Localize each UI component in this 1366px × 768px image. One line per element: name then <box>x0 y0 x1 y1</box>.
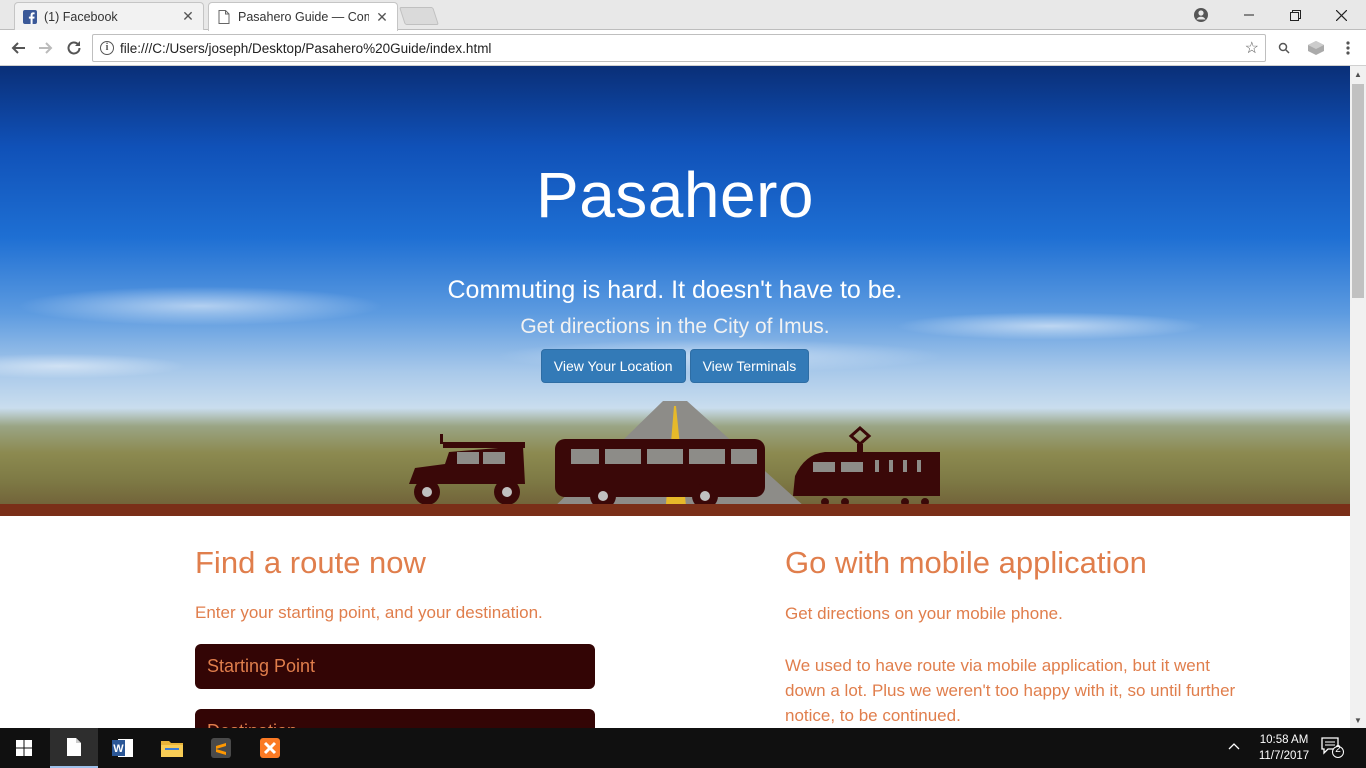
scroll-up-arrow-icon[interactable]: ▲ <box>1350 66 1366 82</box>
vehicles-illustration <box>409 425 940 509</box>
info-icon[interactable]: i <box>100 41 114 55</box>
document-icon <box>217 10 231 24</box>
destination-input[interactable]: Destination <box>195 709 595 728</box>
mobile-line-2: We used to have route via mobile applica… <box>785 656 1236 725</box>
bookmark-star-icon[interactable]: ☆ <box>1245 38 1259 58</box>
hero-subtagline: Get directions in the City of Imus. <box>520 315 830 338</box>
tab-title: Pasahero Guide — Comm <box>238 10 369 24</box>
taskbar-file-icon[interactable] <box>50 728 98 768</box>
url-text: file:///C:/Users/joseph/Desktop/Pasahero… <box>120 40 492 56</box>
facebook-icon <box>23 9 37 24</box>
restore-icon[interactable] <box>1272 0 1318 30</box>
svg-text:W: W <box>113 743 124 755</box>
page-viewport: Pasahero Commuting is hard. It doesn't h… <box>0 66 1350 728</box>
notification-count: 2 <box>1335 744 1341 755</box>
sublime-text-icon[interactable] <box>197 728 245 768</box>
taskbar: W 10:58 AM 11/7/2017 2 <box>0 728 1366 768</box>
browser-toolbar: i file:///C:/Users/joseph/Desktop/Pasahe… <box>0 30 1366 66</box>
clock-date: 11/7/2017 <box>1258 750 1310 762</box>
address-bar[interactable]: i file:///C:/Users/joseph/Desktop/Pasahe… <box>92 34 1266 62</box>
tab-close-icon[interactable]: ✕ <box>181 8 195 25</box>
extension-icon[interactable] <box>1306 38 1326 58</box>
train-icon <box>793 425 940 506</box>
notification-icon[interactable]: 2 <box>1320 736 1346 760</box>
ground-strip <box>0 504 1350 516</box>
word-icon[interactable]: W <box>99 728 147 768</box>
site-title: Pasahero <box>536 159 814 231</box>
vertical-scrollbar[interactable]: ▲ ▼ <box>1350 66 1366 728</box>
mobile-app-section: Go with mobile application Get direction… <box>785 516 1255 728</box>
tab-pasahero[interactable]: Pasahero Guide — Comm ✕ <box>208 2 398 31</box>
hero-tagline: Commuting is hard. It doesn't have to be… <box>447 276 903 304</box>
starting-point-input[interactable]: Starting Point <box>195 644 595 689</box>
new-tab-button[interactable] <box>399 7 439 25</box>
tab-close-icon[interactable]: ✕ <box>375 9 389 26</box>
reload-icon[interactable] <box>63 37 85 59</box>
forward-arrow-icon[interactable] <box>35 37 57 59</box>
find-route-description: Enter your starting point, and your dest… <box>195 603 543 622</box>
view-terminals-button[interactable]: View Terminals <box>689 349 810 383</box>
mobile-heading: Go with mobile application <box>785 545 1147 580</box>
menu-dots-icon[interactable] <box>1338 38 1358 58</box>
find-route-heading: Find a route now <box>195 545 426 580</box>
close-window-icon[interactable] <box>1318 0 1364 30</box>
mobile-line-1: Get directions on your mobile phone. <box>785 604 1063 623</box>
chevron-up-icon[interactable] <box>1228 738 1240 753</box>
clock-time: 10:58 AM <box>1259 734 1309 746</box>
browser-tab-strip: (1) Facebook ✕ Pasahero Guide — Comm ✕ <box>0 0 1366 31</box>
hero-banner: Pasahero Commuting is hard. It doesn't h… <box>0 66 1350 516</box>
search-extension-icon[interactable] <box>1274 38 1294 58</box>
scrollbar-thumb[interactable] <box>1352 84 1364 298</box>
scroll-down-arrow-icon[interactable]: ▼ <box>1350 712 1366 728</box>
tab-title: (1) Facebook <box>44 9 118 24</box>
jeepney-icon <box>409 434 525 505</box>
tab-facebook[interactable]: (1) Facebook ✕ <box>14 2 204 30</box>
profile-icon[interactable] <box>1178 0 1224 30</box>
minimize-icon[interactable] <box>1226 0 1272 30</box>
xampp-icon[interactable] <box>246 728 294 768</box>
find-route-section: Find a route now Enter your starting poi… <box>195 516 615 728</box>
windows-start-icon[interactable] <box>0 728 48 768</box>
system-clock[interactable]: 10:58 AM 11/7/2017 <box>1252 732 1316 764</box>
file-explorer-icon[interactable] <box>148 728 196 768</box>
view-location-button[interactable]: View Your Location <box>540 349 686 383</box>
back-arrow-icon[interactable] <box>7 37 29 59</box>
bus-icon <box>555 439 765 509</box>
